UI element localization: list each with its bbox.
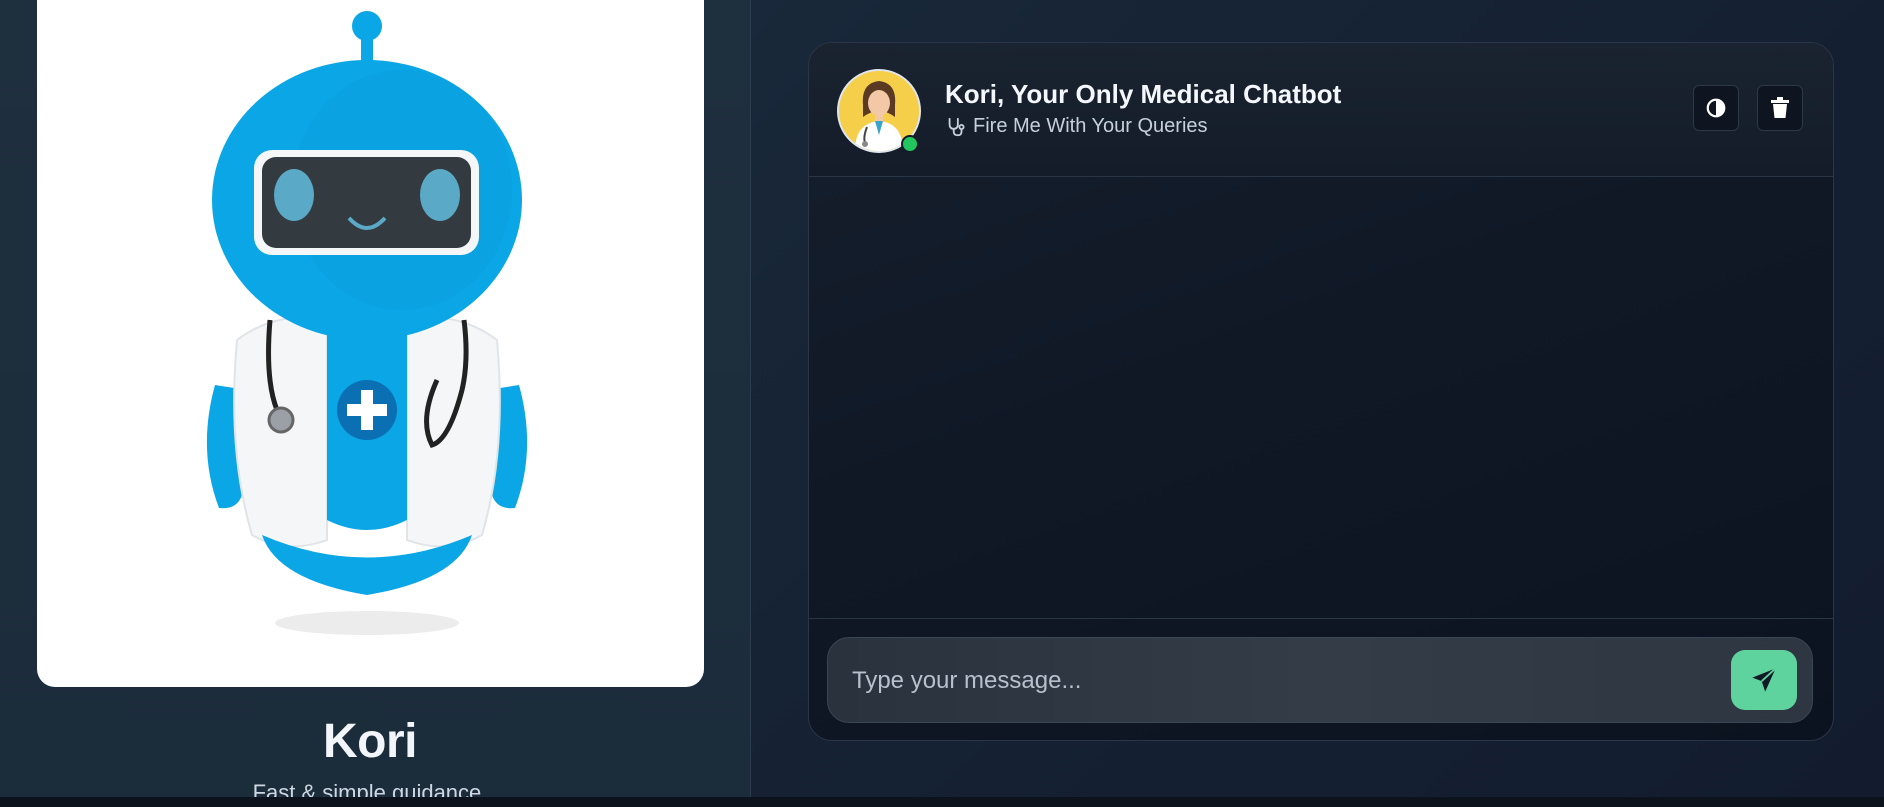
chat-header: Kori, Your Only Medical Chatbot Fire Me … bbox=[809, 43, 1833, 177]
clear-chat-button[interactable] bbox=[1757, 85, 1803, 131]
hero-card bbox=[37, 0, 704, 687]
chat-subtitle-row: Fire Me With Your Queries bbox=[945, 115, 1208, 138]
chat-window: Kori, Your Only Medical Chatbot Fire Me … bbox=[808, 42, 1834, 741]
messages-area[interactable] bbox=[809, 177, 1833, 618]
chat-title: Kori, Your Only Medical Chatbot bbox=[945, 79, 1342, 109]
chat-subtitle: Fire Me With Your Queries bbox=[973, 115, 1208, 137]
online-status-dot bbox=[901, 135, 919, 153]
send-button[interactable] bbox=[1731, 650, 1797, 710]
left-panel: Kori Fast & simple guidance. bbox=[0, 0, 751, 805]
bot-name: Kori bbox=[323, 715, 418, 768]
message-input-container bbox=[827, 637, 1813, 724]
input-bar bbox=[809, 618, 1833, 740]
trash-icon bbox=[1771, 97, 1789, 118]
message-input[interactable] bbox=[850, 638, 1714, 724]
stethoscope-icon bbox=[948, 117, 965, 136]
bottom-strip bbox=[0, 797, 1884, 807]
robot-doctor-illustration bbox=[206, 11, 528, 635]
contrast-icon bbox=[1706, 98, 1726, 118]
theme-toggle-button[interactable] bbox=[1693, 85, 1739, 131]
paper-plane-icon bbox=[1752, 667, 1777, 692]
